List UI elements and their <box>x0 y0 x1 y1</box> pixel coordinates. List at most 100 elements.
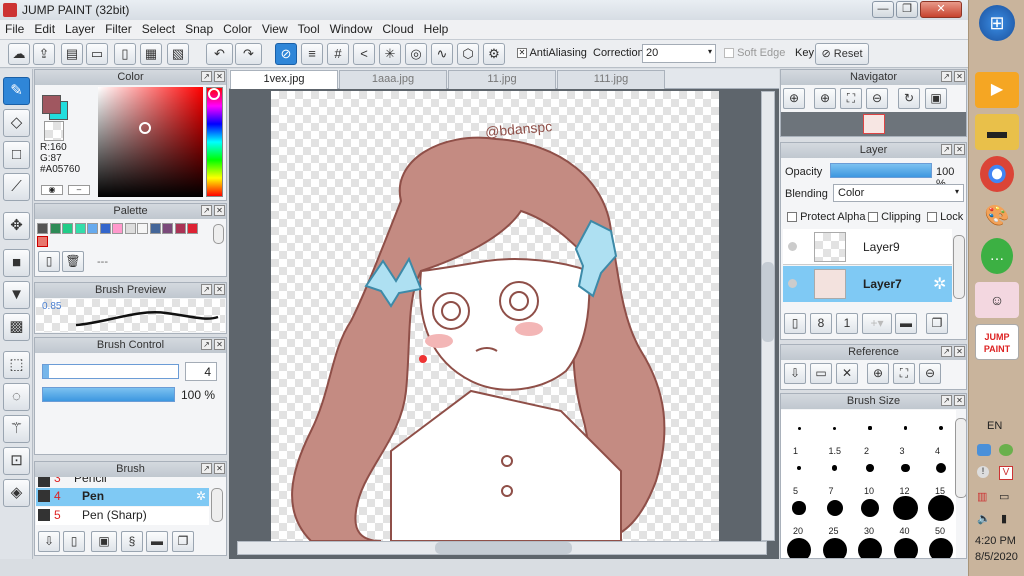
frame-icon[interactable]: ▦ <box>140 43 162 65</box>
popout-icon[interactable]: ↗ <box>941 144 952 155</box>
palette-swatch[interactable] <box>137 223 148 234</box>
clock-time[interactable]: 4:20 PM <box>975 535 1016 547</box>
brush-size-scrollbar[interactable] <box>955 418 966 498</box>
new-layer-icon[interactable]: ▯ <box>784 313 806 334</box>
popout-icon[interactable]: ↗ <box>941 346 952 357</box>
tone-icon[interactable]: ▧ <box>167 43 189 65</box>
tray-icon[interactable] <box>977 444 991 456</box>
shape-tool-icon[interactable]: □ <box>3 141 30 169</box>
menu-help[interactable]: Help <box>419 20 454 38</box>
menu-file[interactable]: File <box>0 20 29 38</box>
palette-swatch[interactable] <box>62 223 73 234</box>
brush-opacity-slider[interactable] <box>42 387 175 402</box>
popout-icon[interactable]: ↗ <box>941 395 952 406</box>
close-icon[interactable]: ✕ <box>954 346 965 357</box>
display-icon[interactable]: ▭ <box>999 490 1009 503</box>
navigator-thumbnail[interactable] <box>863 114 885 134</box>
minus-icon[interactable]: – <box>68 185 90 195</box>
volume-icon[interactable]: 🔈 <box>977 512 991 525</box>
visibility-icon[interactable] <box>788 279 797 288</box>
fullscreen-icon[interactable]: ▣ <box>925 88 947 109</box>
brush-size-dot[interactable] <box>868 426 872 430</box>
close-icon[interactable]: ✕ <box>214 71 225 82</box>
antialiasing-checkbox[interactable]: ✕ <box>517 48 527 59</box>
eraser-tool-icon[interactable]: ◇ <box>3 109 30 137</box>
add-layer-dropdown[interactable]: +▾ <box>862 313 892 334</box>
menu-layer[interactable]: Layer <box>60 20 100 38</box>
brush-size-dot[interactable] <box>928 495 954 521</box>
network-icon[interactable]: ▥ <box>977 490 987 503</box>
brush-size-dot[interactable] <box>901 463 910 473</box>
layer-opacity-slider[interactable] <box>830 163 932 178</box>
primary-color-swatch[interactable] <box>42 95 61 114</box>
palette-swatch[interactable] <box>112 223 123 234</box>
gradient-tool-icon[interactable]: ▩ <box>3 313 30 341</box>
transparent-swatch[interactable] <box>44 121 64 141</box>
folder-icon[interactable]: ▬ <box>146 531 168 552</box>
popout-icon[interactable]: ↗ <box>201 463 212 474</box>
close-icon[interactable]: ✕ <box>214 339 225 350</box>
menu-filter[interactable]: Filter <box>100 20 137 38</box>
brush-list-item-selected[interactable]: 4 Pen ✲ <box>36 488 209 506</box>
folder-icon[interactable]: ▬ <box>895 313 917 334</box>
visibility-icon[interactable] <box>788 242 797 251</box>
power-icon[interactable]: ▮ <box>1001 512 1007 525</box>
restore-button[interactable]: ❐ <box>896 1 918 18</box>
snap-settings-icon[interactable]: ⚙ <box>483 43 505 65</box>
palette-swatch[interactable] <box>174 223 186 234</box>
jump-paint-taskbar-icon[interactable]: JUMP PAINT <box>975 324 1019 360</box>
palette-swatch[interactable] <box>124 223 136 234</box>
grid-snap-icon[interactable]: # <box>327 43 349 65</box>
brush-size-dot[interactable] <box>826 500 843 516</box>
lock-toggle[interactable]: Lock <box>927 211 963 223</box>
cloud-icon[interactable]: ☁ <box>8 43 30 65</box>
magic-wand-tool-icon[interactable]: ⚚ <box>3 415 30 443</box>
hue-handle[interactable] <box>208 88 220 100</box>
open-folder-icon[interactable]: ▭ <box>810 363 832 384</box>
chat-icon[interactable]: … <box>981 238 1013 274</box>
brush-size-dot[interactable] <box>938 425 944 431</box>
layer-row-selected[interactable]: Layer7 ✲ <box>783 266 952 302</box>
export-icon[interactable]: ⇪ <box>33 43 55 65</box>
drawing-canvas[interactable]: @bdanspc <box>271 91 719 541</box>
file-explorer-icon[interactable]: ▬ <box>975 114 1019 150</box>
layer-row[interactable]: Layer9 <box>783 229 952 265</box>
vertical-scrollbar[interactable] <box>761 91 775 541</box>
brush-size-dot[interactable] <box>787 538 811 558</box>
zoom-in-icon[interactable]: ⊕ <box>783 88 805 109</box>
menu-select[interactable]: Select <box>137 20 180 38</box>
gear-icon[interactable]: ✲ <box>933 274 946 294</box>
palette-selected-swatch[interactable] <box>37 236 48 247</box>
rect-select-tool-icon[interactable]: ⬚ <box>3 351 30 379</box>
anime-app-icon[interactable]: ☺ <box>975 282 1019 318</box>
brush-size-dot[interactable] <box>866 464 874 472</box>
zoom-out-icon[interactable]: ⊖ <box>866 88 888 109</box>
menu-view[interactable]: View <box>257 20 293 38</box>
media-player-icon[interactable]: ▶ <box>975 72 1019 108</box>
comment-icon[interactable]: ▤ <box>61 43 83 65</box>
menu-tool[interactable]: Tool <box>293 20 325 38</box>
circle-snap-icon[interactable]: ◎ <box>405 43 427 65</box>
popout-icon[interactable]: ↗ <box>201 284 212 295</box>
soft-edge-toggle[interactable]: Soft Edge <box>724 47 785 59</box>
fill-rect-tool-icon[interactable]: ■ <box>3 249 30 277</box>
brush-size-dot[interactable] <box>935 462 947 474</box>
close-icon[interactable]: ✕ <box>954 395 965 406</box>
paint-icon[interactable]: 🎨 <box>975 198 1019 234</box>
popout-icon[interactable]: ↗ <box>201 339 212 350</box>
tab-1vex[interactable]: 1vex.jpg <box>230 70 338 89</box>
brush-size-slider[interactable] <box>42 364 179 379</box>
lock-checkbox[interactable] <box>927 212 937 223</box>
correction-select[interactable]: 20 ▾ <box>642 44 716 63</box>
brush-size-dot[interactable] <box>858 538 882 558</box>
palette-swatch[interactable] <box>149 223 161 234</box>
palette-swatch[interactable] <box>87 223 98 234</box>
start-button-icon[interactable]: ⊞ <box>979 5 1015 41</box>
duplicate-icon[interactable]: ❐ <box>926 313 948 334</box>
menu-cloud[interactable]: Cloud <box>377 20 418 38</box>
1bit-layer-icon[interactable]: 1 <box>836 313 858 334</box>
popout-icon[interactable]: ↗ <box>201 71 212 82</box>
bucket-tool-icon[interactable]: ▼ <box>3 281 30 309</box>
hue-slider[interactable] <box>206 87 223 197</box>
copy-brush-icon[interactable]: ▣ <box>91 531 117 552</box>
